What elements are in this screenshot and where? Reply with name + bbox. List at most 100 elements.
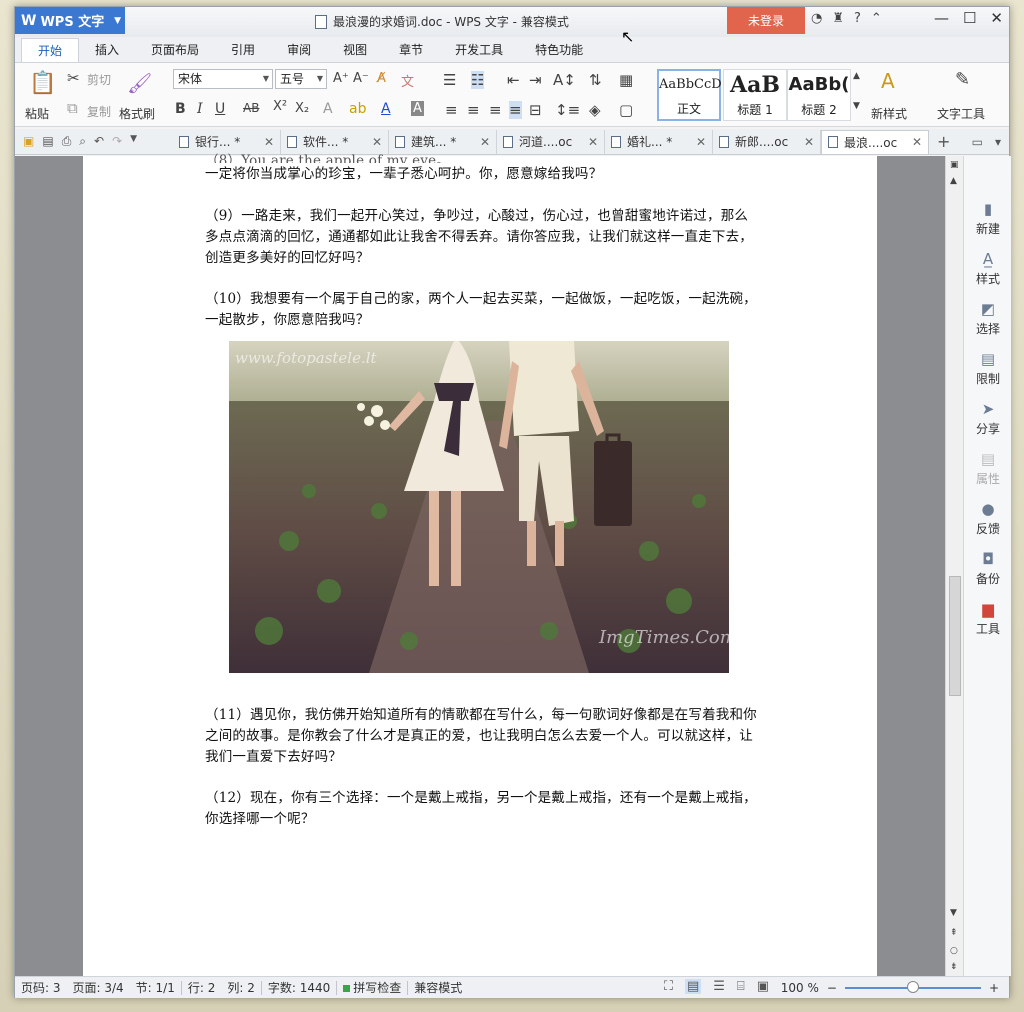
print-preview-icon[interactable]: ⌕ xyxy=(79,134,86,149)
text-effect-icon[interactable]: A xyxy=(323,101,333,117)
page-view-icon[interactable]: ▤ xyxy=(684,979,702,994)
cut-button[interactable]: 剪切 xyxy=(87,71,111,88)
tab-developer[interactable]: 开发工具 xyxy=(439,38,519,62)
vertical-scrollbar[interactable]: ▣ ▲ ▼ ⇞ ○ ⇟ xyxy=(945,156,963,976)
minimize-icon[interactable]: — xyxy=(934,9,949,27)
side-properties[interactable]: ▤ 属性 xyxy=(964,450,1012,487)
tab-features[interactable]: 特色功能 xyxy=(519,38,599,62)
maximize-icon[interactable]: ☐ xyxy=(963,9,976,27)
borders-icon[interactable]: ▢ xyxy=(619,101,633,119)
scroll-down-icon[interactable]: ▼ xyxy=(950,908,957,918)
line-spacing-icon[interactable]: ↕≡ xyxy=(555,101,580,119)
status-spellcheck[interactable]: 拼写检查 xyxy=(337,979,407,996)
text-tools-button[interactable]: 文字工具 xyxy=(937,105,985,122)
side-styles[interactable]: A̲ 样式 xyxy=(964,250,1012,287)
doc-tab-river[interactable]: 河道....oc ✕ xyxy=(497,129,605,154)
shrink-font-icon[interactable]: A⁻ xyxy=(353,71,369,86)
copy-icon[interactable]: ⧉ xyxy=(67,99,78,117)
subscript-icon[interactable]: X₂ xyxy=(295,101,309,116)
undo-icon[interactable]: ↶ xyxy=(94,134,104,149)
styles-scroll-up-icon[interactable]: ▲ xyxy=(853,71,860,81)
zoom-slider-knob[interactable] xyxy=(906,981,919,993)
scissors-icon[interactable]: ✂ xyxy=(67,69,80,87)
format-painter-button[interactable]: 格式刷 xyxy=(119,105,155,122)
align-right-icon[interactable]: ≡ xyxy=(489,101,502,119)
document-page[interactable]: （8）You are the apple of my eye。 一定将你当成掌心… xyxy=(83,153,877,976)
tab-menu-icon[interactable]: ▾ xyxy=(995,135,1001,149)
font-name-select[interactable]: 宋体 ▼ xyxy=(173,69,273,89)
tab-home[interactable]: 开始 xyxy=(21,38,80,62)
zoom-out-icon[interactable]: − xyxy=(827,981,837,995)
close-icon[interactable]: ✕ xyxy=(804,135,814,149)
status-word-count[interactable]: 字数: 1440 xyxy=(262,979,336,996)
tab-insert[interactable]: 插入 xyxy=(79,38,135,62)
select-browse-object-icon[interactable]: ○ xyxy=(950,946,958,956)
print-icon[interactable]: ⎙ xyxy=(62,134,72,149)
ruler-toggle-icon[interactable]: ▣ xyxy=(950,160,959,170)
clear-format-icon[interactable]: A̸ xyxy=(377,71,386,86)
doc-tab-wedding[interactable]: 婚礼... * ✕ xyxy=(605,129,713,154)
collapse-ribbon-icon[interactable]: ⌃ xyxy=(871,11,882,26)
font-size-select[interactable]: 五号 ▼ xyxy=(275,69,327,89)
styles-scroll-down-icon[interactable]: ▼ xyxy=(853,101,860,111)
align-center-icon[interactable]: ≡ xyxy=(467,101,480,119)
clipboard-icon[interactable]: 📋 xyxy=(29,71,56,96)
login-button[interactable]: 未登录 xyxy=(727,7,805,34)
tab-view[interactable]: 视图 xyxy=(327,38,383,62)
doc-tab-software[interactable]: 软件... * ✕ xyxy=(281,129,389,154)
zoom-in-icon[interactable]: + xyxy=(989,981,999,995)
side-restrict[interactable]: ▤ 限制 xyxy=(964,350,1012,387)
side-new[interactable]: ▮ 新建 xyxy=(964,200,1012,237)
doc-tab-bank[interactable]: 银行... * ✕ xyxy=(173,129,281,154)
doc-tab-romantic[interactable]: 最浪....oc ✕ xyxy=(821,129,929,154)
save-icon[interactable]: ▤ xyxy=(42,134,53,149)
app-menu-button[interactable]: W WPS 文字 ▼ xyxy=(15,7,125,34)
char-spacing-icon[interactable]: A↕ xyxy=(553,71,576,89)
close-icon[interactable]: ✕ xyxy=(372,135,382,149)
prev-page-icon[interactable]: ⇞ xyxy=(950,928,958,938)
tab-references[interactable]: 引用 xyxy=(215,38,271,62)
paste-button[interactable]: 粘贴 xyxy=(25,105,49,122)
tab-section[interactable]: 章节 xyxy=(383,38,439,62)
justify-icon[interactable]: ≡ xyxy=(509,101,522,119)
doc-tab-groom[interactable]: 新郎....oc ✕ xyxy=(713,129,821,154)
status-compat[interactable]: 兼容模式 xyxy=(408,979,468,996)
next-page-icon[interactable]: ⇟ xyxy=(950,962,958,972)
scrollbar-thumb[interactable] xyxy=(949,576,961,696)
close-icon[interactable]: ✕ xyxy=(912,135,922,149)
table-icon[interactable]: ▦ xyxy=(619,71,633,89)
numbering-icon[interactable]: ☷ xyxy=(471,71,485,89)
italic-icon[interactable]: I xyxy=(197,101,203,117)
status-page-num[interactable]: 页码: 3 xyxy=(15,979,67,996)
status-section[interactable]: 节: 1/1 xyxy=(130,979,181,996)
char-shading-icon[interactable]: A xyxy=(411,101,424,116)
text-tools-icon[interactable]: ✎ xyxy=(955,69,970,90)
side-select[interactable]: ◩ 选择 xyxy=(964,300,1012,337)
increase-indent-icon[interactable]: ⇥ xyxy=(529,71,542,89)
zoom-slider[interactable] xyxy=(844,981,981,993)
redo-icon[interactable]: ↷ xyxy=(112,134,122,149)
copy-button[interactable]: 复制 xyxy=(87,103,111,120)
side-backup[interactable]: ◘ 备份 xyxy=(964,550,1012,587)
status-col[interactable]: 列: 2 xyxy=(221,979,261,996)
web-view-icon[interactable]: ⌸ xyxy=(737,979,745,994)
side-tools[interactable]: ▆ 工具 xyxy=(964,600,1012,637)
side-share[interactable]: ➤ 分享 xyxy=(964,400,1012,437)
help-icon[interactable]: ? xyxy=(854,11,861,26)
bullets-icon[interactable]: ☰ xyxy=(443,71,456,89)
outline-view-icon[interactable]: ☰ xyxy=(713,979,725,994)
font-color-icon[interactable]: A xyxy=(381,101,391,117)
style-heading-1[interactable]: AaB 标题 1 xyxy=(723,69,787,121)
style-heading-2[interactable]: AaBb( 标题 2 xyxy=(787,69,851,121)
window-list-icon[interactable]: ▭ xyxy=(972,135,983,149)
new-style-icon[interactable]: A xyxy=(881,69,895,93)
style-normal[interactable]: AaBbCcD 正文 xyxy=(657,69,722,121)
reading-view-icon[interactable]: ▣ xyxy=(757,979,769,994)
underline-icon[interactable]: U xyxy=(215,101,225,117)
new-style-button[interactable]: 新样式 xyxy=(871,105,907,122)
phonetic-guide-icon[interactable]: 文 xyxy=(401,71,414,90)
doc-tab-building[interactable]: 建筑... * ✕ xyxy=(389,129,497,154)
close-icon[interactable]: ✕ xyxy=(480,135,490,149)
status-row[interactable]: 行: 2 xyxy=(182,979,222,996)
open-folder-icon[interactable]: ▣ xyxy=(23,134,34,149)
